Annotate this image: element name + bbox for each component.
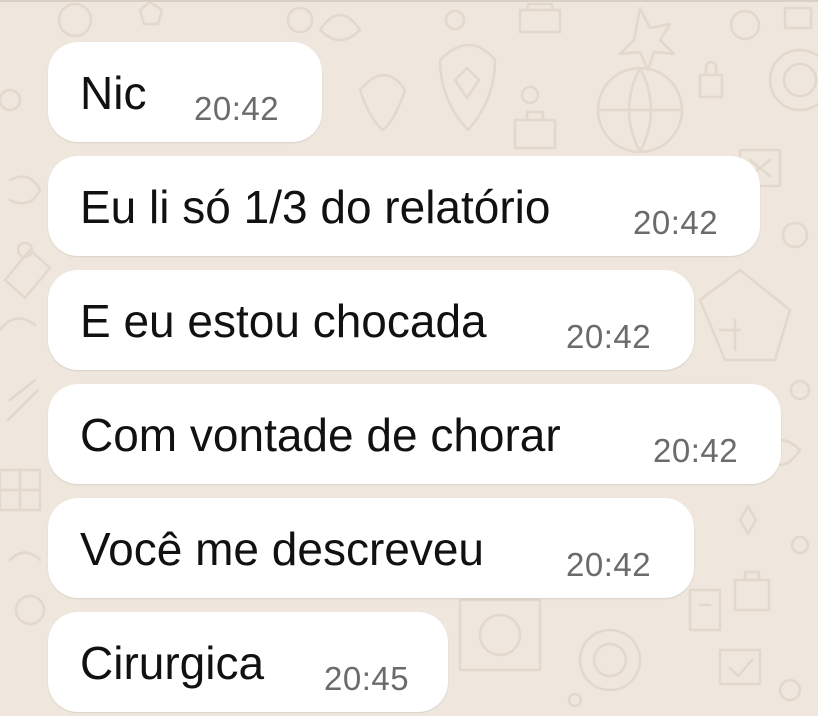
- message-timestamp: 20:42: [633, 204, 719, 241]
- message-text: E eu estou chocada: [80, 295, 487, 347]
- message-text: Você me descreveu: [80, 523, 485, 575]
- message-text: Com vontade de chorar: [80, 409, 561, 461]
- message-bubble[interactable]: Nic 20:42: [48, 42, 322, 142]
- message-bubble[interactable]: Você me descreveu 20:42: [48, 498, 694, 598]
- top-divider: [0, 0, 818, 2]
- message-timestamp: 20:42: [566, 546, 652, 583]
- message-bubble[interactable]: Eu li só 1/3 do relatório 20:42: [48, 156, 760, 256]
- message-text: Cirurgica: [80, 637, 265, 689]
- message-bubble[interactable]: E eu estou chocada 20:42: [48, 270, 694, 370]
- message-bubble[interactable]: Cirurgica 20:45: [48, 612, 448, 712]
- message-timestamp: 20:42: [566, 318, 652, 355]
- message-bubble[interactable]: Com vontade de chorar 20:42: [48, 384, 781, 484]
- message-text: Eu li só 1/3 do relatório: [80, 181, 551, 233]
- message-timestamp: 20:42: [194, 90, 280, 127]
- message-text: Nic: [80, 67, 147, 119]
- message-timestamp: 20:42: [653, 432, 739, 469]
- message-timestamp: 20:45: [324, 660, 410, 697]
